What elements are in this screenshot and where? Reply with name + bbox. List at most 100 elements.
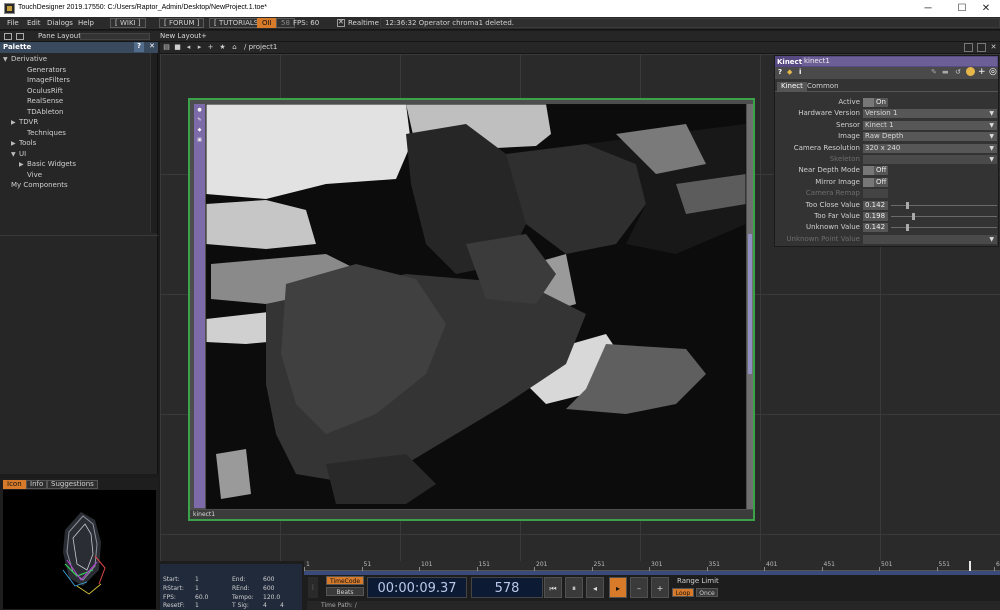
node-bypass-icon[interactable]: ● bbox=[196, 107, 203, 114]
palette-item[interactable]: RealSense bbox=[0, 97, 150, 108]
rstart-value[interactable]: 1 bbox=[195, 585, 199, 592]
expand-right-icon[interactable]: ▶ bbox=[19, 161, 27, 168]
palette-scrollbar[interactable] bbox=[150, 53, 157, 233]
palette-item[interactable]: Vive bbox=[0, 171, 150, 182]
pane-options-icon[interactable] bbox=[964, 43, 973, 52]
tab-info[interactable]: Info bbox=[26, 480, 48, 489]
timecode-mode-button[interactable]: TimeCode bbox=[326, 576, 364, 585]
loop-button[interactable]: Loop bbox=[672, 588, 694, 597]
param-menu[interactable]: 320 x 240 ▼ bbox=[863, 143, 997, 153]
param-op-name-field[interactable]: kinect1 bbox=[802, 57, 997, 66]
menu-edit[interactable]: Edit bbox=[27, 19, 41, 27]
realtime-checkbox[interactable] bbox=[337, 18, 345, 27]
expand-down-icon[interactable]: ▼ bbox=[3, 56, 11, 63]
toggle-switch[interactable] bbox=[863, 177, 874, 187]
palette-item[interactable]: ▶ Tools bbox=[0, 139, 150, 150]
palette-item[interactable]: ▶ Basic Widgets bbox=[0, 160, 150, 171]
rewind-button[interactable]: ⏮ bbox=[544, 577, 562, 598]
edit-icon[interactable]: ↺ bbox=[955, 68, 961, 76]
expand-right-icon[interactable]: ▶ bbox=[11, 119, 19, 126]
add-icon[interactable]: + bbox=[978, 67, 986, 77]
tab-icon[interactable]: Icon bbox=[3, 480, 26, 489]
node-viewer-icon[interactable]: ▣ bbox=[196, 137, 203, 144]
expand-right-icon[interactable]: ▶ bbox=[11, 140, 19, 147]
help-icon[interactable]: ? bbox=[778, 68, 782, 76]
palette-item[interactable]: ImageFilters bbox=[0, 76, 150, 87]
beats-mode-button[interactable]: Beats bbox=[326, 587, 364, 596]
once-button[interactable]: Once bbox=[696, 588, 718, 597]
new-layout-button[interactable]: New Layout bbox=[160, 32, 201, 40]
forum-button[interactable]: [ FORUM ] bbox=[159, 18, 205, 28]
timecode-display[interactable]: 00:00:09.37 bbox=[367, 577, 467, 598]
oi-button[interactable]: OII bbox=[257, 18, 277, 28]
param-toggle[interactable]: Off bbox=[863, 166, 888, 176]
depth-image-viewer[interactable] bbox=[206, 104, 746, 509]
rend-value[interactable]: 600 bbox=[263, 585, 274, 592]
pause-button[interactable]: ⏸ bbox=[565, 577, 583, 598]
step-forward-button[interactable]: + bbox=[651, 577, 669, 598]
tsig-denominator[interactable]: 4 bbox=[280, 602, 284, 609]
toggle-switch[interactable] bbox=[863, 98, 874, 107]
play-forward-button[interactable]: ▸ bbox=[609, 577, 627, 598]
kinect-top-node[interactable]: ● ✎ ◆ ▣ kinect1 bbox=[188, 98, 755, 521]
pane-close-icon[interactable]: ✕ bbox=[989, 43, 998, 52]
param-slider[interactable] bbox=[891, 224, 997, 232]
tsig-numerator[interactable]: 4 bbox=[263, 602, 267, 609]
node-name-label[interactable]: kinect1 bbox=[190, 510, 753, 519]
timeline-ruler[interactable]: 151101151201251301351401451501551600 bbox=[304, 561, 1000, 571]
comment-icon[interactable]: ▬ bbox=[942, 68, 949, 76]
param-value-field[interactable]: 0.198 bbox=[863, 212, 888, 221]
info-icon[interactable]: i bbox=[799, 68, 801, 76]
param-menu[interactable]: ▼ bbox=[863, 155, 997, 164]
param-menu[interactable]: ▼ bbox=[863, 234, 997, 244]
palette-help-icon[interactable]: ? bbox=[134, 42, 144, 52]
palette-item[interactable]: ▼ UI bbox=[0, 150, 150, 161]
slider-handle[interactable] bbox=[911, 213, 915, 220]
menu-help[interactable]: Help bbox=[78, 19, 94, 27]
fps-value[interactable]: 60.0 bbox=[195, 594, 208, 601]
target-icon[interactable]: ◎ bbox=[989, 67, 997, 77]
bookmark-icon[interactable]: ★ bbox=[218, 43, 227, 52]
frame-display[interactable]: 578 bbox=[471, 577, 543, 598]
node-display-icon[interactable]: ◆ bbox=[196, 127, 203, 134]
network-list-icon[interactable]: ▤ bbox=[162, 43, 171, 52]
add-layout-button[interactable]: + bbox=[201, 32, 207, 40]
menu-file[interactable]: File bbox=[7, 19, 19, 27]
expand-down-icon[interactable]: ▼ bbox=[11, 151, 19, 158]
palette-close-icon[interactable]: ✕ bbox=[147, 42, 157, 52]
slider-handle[interactable] bbox=[906, 201, 910, 209]
tab-common[interactable]: Common bbox=[803, 82, 843, 92]
pencil-icon[interactable]: ✎ bbox=[931, 68, 937, 76]
palette-item[interactable]: TDAbleton bbox=[0, 108, 150, 119]
param-menu[interactable]: Kinect 1 ▼ bbox=[863, 120, 997, 130]
pane-maximize-icon[interactable] bbox=[977, 43, 986, 52]
param-toggle[interactable] bbox=[863, 189, 888, 199]
tab-suggestions[interactable]: Suggestions bbox=[47, 480, 98, 489]
pane-split-icon[interactable] bbox=[16, 33, 24, 40]
param-slider[interactable] bbox=[891, 213, 997, 220]
viewer-scroll-thumb[interactable] bbox=[748, 234, 752, 374]
back-icon[interactable]: ◂ bbox=[184, 43, 193, 52]
node-lock-icon[interactable]: ✎ bbox=[196, 117, 203, 124]
close-button[interactable]: ✕ bbox=[972, 0, 1000, 17]
param-slider[interactable] bbox=[891, 201, 997, 209]
menu-dialogs[interactable]: Dialogs bbox=[47, 19, 73, 27]
play-backward-button[interactable]: ◂ bbox=[586, 577, 604, 598]
minimize-button[interactable]: ─ bbox=[914, 0, 942, 17]
resetf-value[interactable]: 1 bbox=[195, 602, 199, 609]
palette-item[interactable]: My Components bbox=[0, 181, 150, 192]
palette-divider[interactable] bbox=[0, 235, 158, 236]
timeline-range-bar[interactable] bbox=[304, 571, 1000, 575]
step-back-button[interactable]: – bbox=[630, 577, 648, 598]
param-toggle[interactable]: Off bbox=[863, 177, 888, 187]
param-value-field[interactable]: 0.142 bbox=[863, 200, 888, 210]
wiki-button[interactable]: [ WIKI ] bbox=[110, 18, 146, 28]
palette-item[interactable]: ▶ TDVR bbox=[0, 118, 150, 129]
end-value[interactable]: 600 bbox=[263, 576, 274, 583]
layout-slots[interactable] bbox=[80, 33, 150, 40]
toggle-switch[interactable] bbox=[863, 189, 874, 199]
timeline-collapse-icon[interactable]: ⋮ bbox=[308, 577, 318, 598]
layout-icon[interactable] bbox=[4, 33, 12, 40]
param-value-field[interactable]: 0.142 bbox=[863, 223, 888, 233]
viewer-scrollbar[interactable] bbox=[747, 104, 753, 509]
